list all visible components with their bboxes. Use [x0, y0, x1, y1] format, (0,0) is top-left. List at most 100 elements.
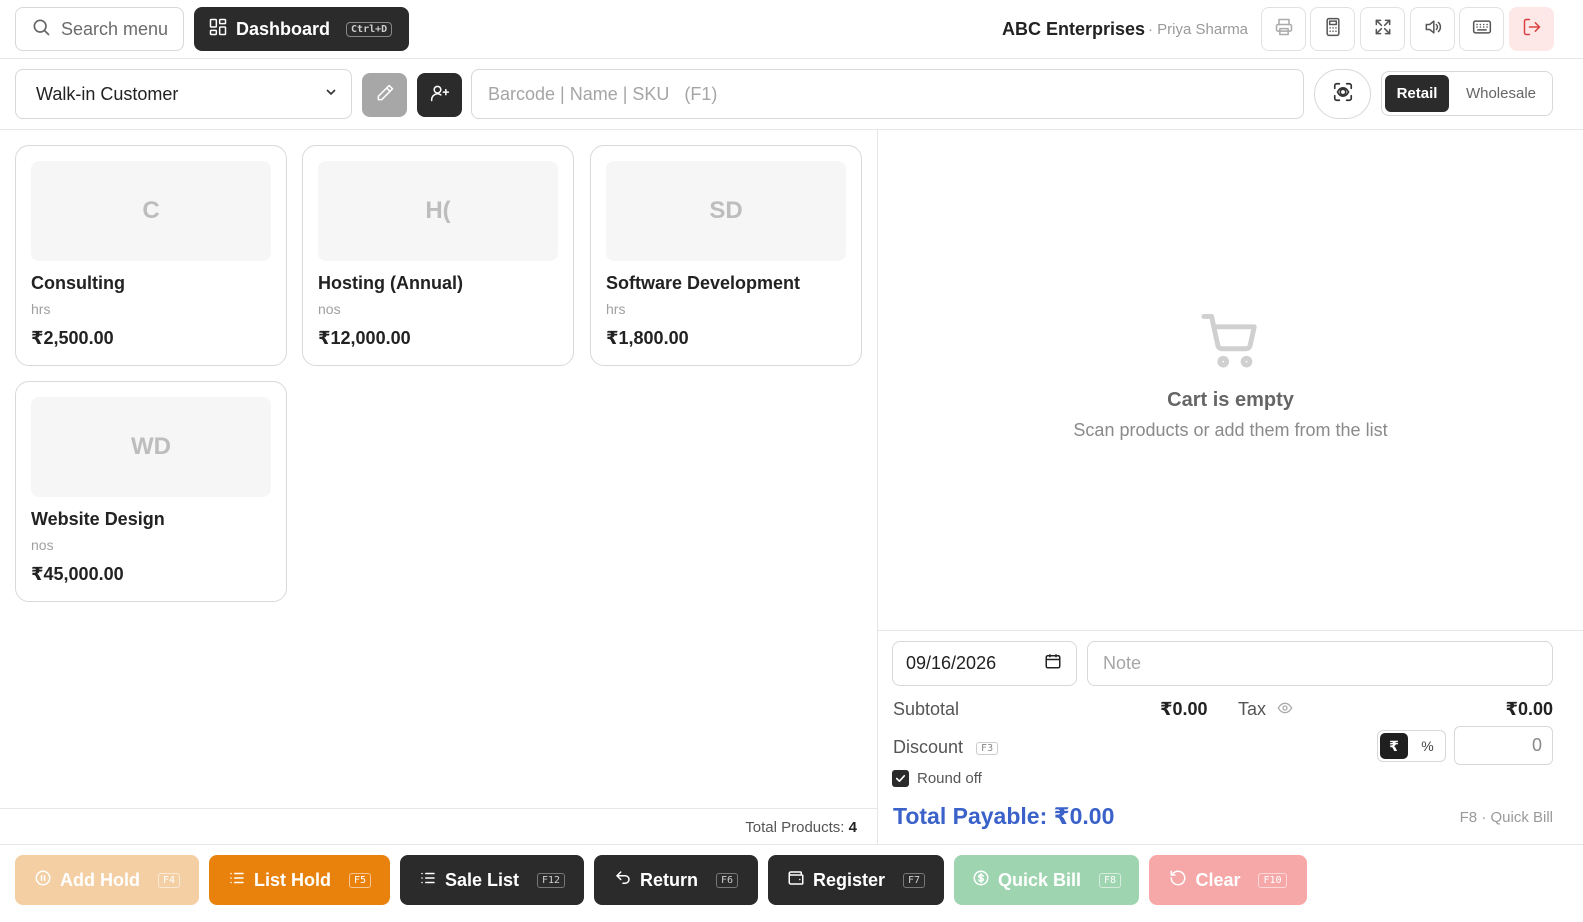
checkbox-checked-icon[interactable]: [892, 770, 909, 787]
discount-type-toggle: ₹ %: [1377, 730, 1446, 762]
product-card[interactable]: SD Software Development hrs ₹1,800.00: [590, 145, 862, 366]
search-icon: [31, 17, 51, 42]
search-menu-label: Search menu: [61, 18, 169, 39]
product-name: Consulting: [31, 273, 125, 293]
user-name: · Priya Sharma: [1148, 21, 1249, 38]
logout-button[interactable]: [1509, 7, 1554, 51]
subtotal-value: ₹0.00: [1160, 699, 1208, 719]
edit-customer-button[interactable]: [362, 73, 407, 117]
dashboard-button[interactable]: Dashboard Ctrl+D: [194, 7, 409, 51]
eye-icon[interactable]: [1277, 700, 1293, 721]
fullscreen-icon: [1373, 17, 1393, 42]
barcode-search-input[interactable]: [471, 69, 1304, 119]
add-customer-button[interactable]: [417, 73, 462, 117]
note-input[interactable]: [1087, 641, 1553, 686]
cart-empty-state: Cart is empty Scan products or add them …: [878, 310, 1583, 441]
discount-label-wrap: Discount F3: [893, 737, 999, 758]
return-label: Return: [639, 869, 698, 890]
discount-label: Discount: [893, 737, 964, 757]
product-name: Website Design: [31, 509, 165, 529]
list-icon: [419, 869, 437, 892]
calendar-icon[interactable]: [1044, 652, 1062, 675]
mode-retail-button[interactable]: Retail: [1385, 75, 1449, 112]
sale-list-button[interactable]: Sale List F12: [400, 855, 584, 905]
list-hold-shortcut: F5: [348, 872, 372, 888]
discount-shortcut: F3: [976, 741, 999, 755]
product-thumbnail: H(: [318, 161, 558, 261]
clear-button[interactable]: Clear F10: [1149, 855, 1307, 905]
search-menu-button[interactable]: Search menu: [15, 7, 184, 51]
list-hold-button[interactable]: List Hold F5: [209, 855, 390, 905]
round-off-checkbox[interactable]: Round off: [892, 770, 982, 787]
quick-bill-button[interactable]: Quick Bill F8: [954, 855, 1139, 905]
quick-bill-shortcut: F8: [1098, 872, 1122, 888]
sale-date-value: 09/16/2026: [906, 653, 997, 673]
product-card[interactable]: C Consulting hrs ₹2,500.00: [15, 145, 287, 366]
pencil-icon: [375, 83, 395, 108]
top-bar: Search menu Dashboard Ctrl+D ABC Enterpr…: [0, 0, 1583, 59]
sale-list-label: Sale List: [444, 869, 519, 890]
discount-fixed-button[interactable]: ₹: [1380, 733, 1408, 759]
product-unit: hrs: [31, 301, 51, 317]
return-button[interactable]: Return F6: [594, 855, 758, 905]
product-thumbnail: WD: [31, 397, 271, 497]
company-name: ABC Enterprises: [1002, 19, 1146, 39]
printer-icon: [1274, 17, 1294, 42]
product-name: Software Development: [606, 273, 801, 293]
sale-date-input[interactable]: 09/16/2026: [892, 641, 1077, 686]
volume-icon: [1423, 17, 1443, 42]
keyboard-icon: [1472, 17, 1492, 42]
cart-empty-subtitle: Scan products or add them from the list: [1073, 420, 1388, 440]
cart-empty-title: Cart is empty: [1167, 389, 1294, 411]
wallet-icon: [787, 869, 805, 892]
user-plus-icon: [430, 83, 450, 108]
list-hold-label: List Hold: [253, 869, 331, 890]
list-icon: [228, 869, 246, 892]
keyboard-shortcuts-button[interactable]: [1459, 7, 1504, 51]
add-hold-shortcut: F4: [157, 872, 181, 888]
action-bar: Add Hold F4 List Hold F5 Sale List F12 R…: [0, 844, 1583, 922]
register-shortcut: F7: [902, 872, 926, 888]
product-price: ₹45,000.00: [31, 564, 124, 584]
product-thumbnail: C: [31, 161, 271, 261]
tax-label-wrap: Tax: [1238, 699, 1293, 721]
print-button[interactable]: [1261, 7, 1306, 51]
fullscreen-button[interactable]: [1360, 7, 1405, 51]
discount-percent-button[interactable]: %: [1412, 738, 1443, 754]
calculator-icon: [1323, 17, 1343, 42]
product-card[interactable]: WD Website Design nos ₹45,000.00: [15, 381, 287, 602]
pause-circle-icon: [34, 869, 52, 892]
product-price: ₹12,000.00: [318, 328, 411, 348]
product-name: Hosting (Annual): [318, 273, 463, 293]
tax-label: Tax: [1238, 699, 1267, 719]
product-unit: nos: [31, 537, 54, 553]
total-products-count: 4: [848, 819, 857, 836]
mode-wholesale-button[interactable]: Wholesale: [1453, 75, 1549, 112]
sale-list-shortcut: F12: [536, 872, 566, 888]
subtotal-label: Subtotal: [893, 699, 960, 719]
total-products: Total Products: 4: [745, 819, 857, 836]
add-hold-button[interactable]: Add Hold F4: [15, 855, 199, 905]
product-price: ₹1,800.00: [606, 328, 689, 348]
undo-icon: [614, 869, 632, 892]
logout-icon: [1522, 17, 1542, 42]
sound-button[interactable]: [1410, 7, 1455, 51]
customer-select-value: Walk-in Customer: [36, 83, 179, 104]
camera-scan-button[interactable]: [1314, 69, 1371, 119]
rotate-ccw-icon: [1169, 869, 1187, 892]
scan-icon: [1332, 81, 1354, 108]
pos-toolbar: Walk-in Customer Retail Wholesale: [0, 59, 1583, 130]
add-hold-label: Add Hold: [59, 869, 140, 890]
cart-icon: [1200, 314, 1262, 376]
register-button[interactable]: Register F7: [768, 855, 944, 905]
calculator-button[interactable]: [1310, 7, 1355, 51]
clear-shortcut: F10: [1258, 872, 1287, 888]
customer-select[interactable]: Walk-in Customer: [15, 69, 352, 119]
product-grid: C Consulting hrs ₹2,500.00 H( Hosting (A…: [0, 130, 877, 808]
clear-label: Clear: [1195, 869, 1241, 890]
product-card[interactable]: H( Hosting (Annual) nos ₹12,000.00: [302, 145, 574, 366]
round-off-label: Round off: [917, 770, 982, 787]
discount-input[interactable]: [1454, 726, 1553, 765]
bill-summary: 09/16/2026 Subtotal ₹0.00 Tax ₹0.00 Disc…: [878, 630, 1583, 844]
product-unit: nos: [318, 301, 341, 317]
